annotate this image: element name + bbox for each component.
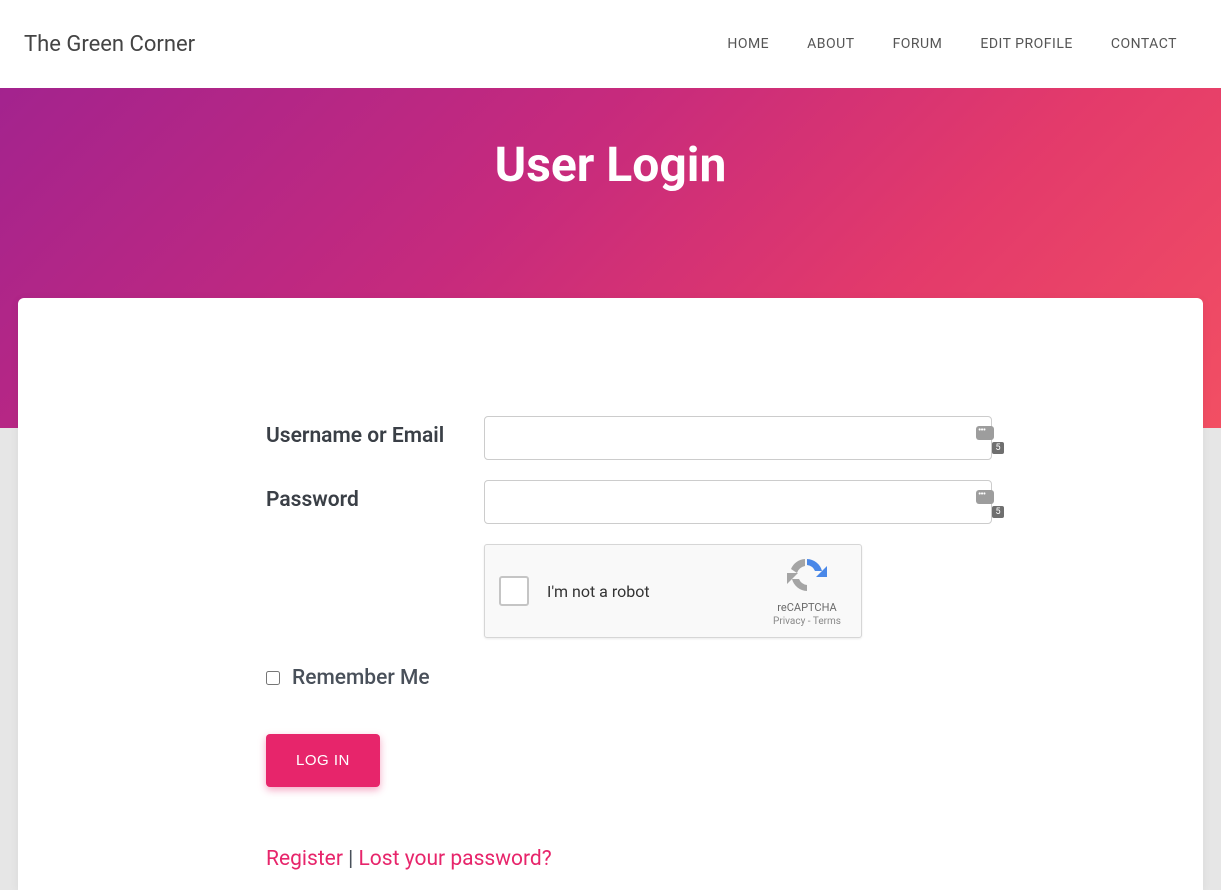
recaptcha-label: I'm not a robot (547, 582, 650, 601)
login-card: Username or Email 5 Password 5 (18, 298, 1203, 890)
recaptcha-checkbox[interactable] (499, 576, 529, 606)
username-row: Username or Email 5 (266, 416, 992, 460)
password-input[interactable] (484, 480, 992, 524)
links-separator: | (343, 847, 359, 871)
recaptcha-branding: reCAPTCHA Privacy - Terms (767, 555, 847, 627)
password-manager-icon[interactable]: 5 (976, 490, 998, 510)
auth-links: Register | Lost your password? (266, 847, 992, 871)
password-manager-icon[interactable]: 5 (976, 426, 998, 446)
page-title: User Login (0, 88, 1221, 193)
recaptcha-icon (785, 555, 829, 595)
main-nav: HOME ABOUT FORUM EDIT PROFILE CONTACT (727, 36, 1197, 52)
remember-label[interactable]: Remember Me (292, 666, 430, 690)
recaptcha-terms-link[interactable]: Terms (813, 616, 841, 627)
username-label: Username or Email (266, 416, 484, 448)
login-button[interactable]: LOG IN (266, 734, 380, 787)
lost-password-link[interactable]: Lost your password? (358, 847, 551, 871)
password-manager-count: 5 (992, 442, 1004, 454)
username-input[interactable] (484, 416, 992, 460)
nav-forum[interactable]: FORUM (893, 36, 943, 52)
password-manager-count: 5 (992, 506, 1004, 518)
password-row: Password 5 (266, 480, 992, 524)
password-label: Password (266, 480, 484, 512)
site-brand[interactable]: The Green Corner (24, 32, 195, 57)
nav-home[interactable]: HOME (727, 36, 769, 52)
top-navbar: The Green Corner HOME ABOUT FORUM EDIT P… (0, 0, 1221, 88)
register-link[interactable]: Register (266, 847, 343, 871)
nav-contact[interactable]: CONTACT (1111, 36, 1177, 52)
recaptcha-privacy-link[interactable]: Privacy (773, 616, 805, 627)
remember-row: Remember Me (266, 666, 992, 690)
recaptcha-brand-text: reCAPTCHA (767, 601, 847, 614)
login-form: Username or Email 5 Password 5 (266, 416, 992, 871)
remember-checkbox[interactable] (266, 671, 280, 685)
recaptcha-widget: I'm not a robot reCAPTCHA Privacy - Term… (484, 544, 862, 638)
captcha-row: I'm not a robot reCAPTCHA Privacy - Term… (484, 544, 992, 638)
nav-about[interactable]: ABOUT (807, 36, 854, 52)
recaptcha-terms: Privacy - Terms (767, 616, 847, 627)
nav-edit-profile[interactable]: EDIT PROFILE (980, 36, 1072, 52)
